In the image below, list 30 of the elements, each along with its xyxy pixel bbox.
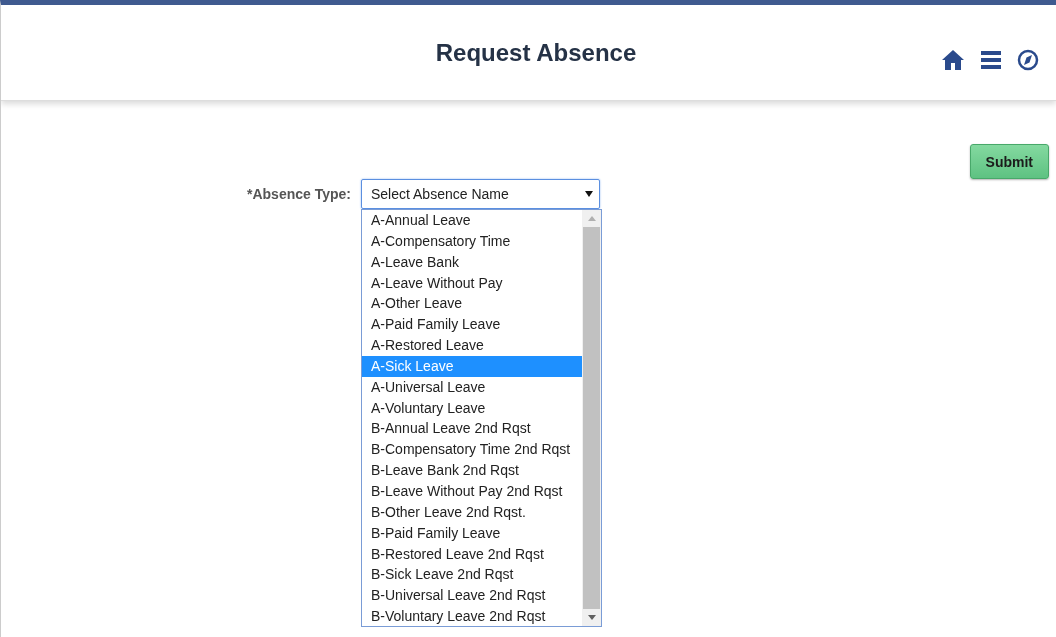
dropdown-option[interactable]: B-Universal Leave 2nd Rqst — [362, 585, 582, 607]
dropdown-option[interactable]: B-Leave Bank 2nd Rqst — [362, 460, 582, 481]
page-title: Request Absence — [435, 38, 637, 67]
dropdown-option[interactable]: A-Paid Family Leave — [362, 314, 582, 336]
scrollbar[interactable] — [582, 210, 601, 626]
scrollbar-thumb[interactable] — [583, 227, 600, 609]
dropdown-option[interactable]: A-Voluntary Leave — [362, 397, 582, 419]
caret-icon — [585, 191, 593, 197]
dropdown-option[interactable]: A-Leave Without Pay — [362, 272, 582, 294]
dropdown-option[interactable]: A-Restored Leave — [362, 335, 582, 356]
dropdown-option[interactable]: B-Voluntary Leave 2nd Rqst — [362, 606, 582, 627]
dropdown-option[interactable]: B-Annual Leave 2nd Rqst — [362, 418, 582, 440]
dropdown-option[interactable]: A-Other Leave — [362, 293, 582, 315]
dropdown-option[interactable]: B-Sick Leave 2nd Rqst — [362, 564, 582, 586]
menu-icon[interactable] — [981, 51, 1001, 69]
dropdown-option[interactable]: B-Compensatory Time 2nd Rqst — [362, 439, 582, 461]
dropdown-option[interactable]: B-Restored Leave 2nd Rqst — [362, 543, 582, 565]
dropdown-option[interactable]: A-Universal Leave — [362, 376, 582, 398]
dropdown-option[interactable]: B-Leave Without Pay 2nd Rqst — [362, 480, 582, 502]
dropdown-option[interactable]: A-Annual Leave — [362, 210, 582, 231]
scroll-down-icon[interactable] — [587, 615, 596, 620]
home-icon[interactable] — [941, 49, 965, 71]
absence-type-label: *Absence Type: — [246, 185, 351, 202]
compass-icon[interactable] — [1017, 49, 1039, 71]
absence-type-select[interactable]: Select Absence Name — [361, 179, 600, 209]
submit-button[interactable]: Submit — [969, 144, 1049, 179]
dropdown-option[interactable]: A-Compensatory Time — [362, 230, 582, 252]
dropdown-option[interactable]: B-Paid Family Leave — [362, 522, 582, 544]
dropdown-option[interactable]: A-Leave Bank — [362, 251, 582, 273]
dropdown-option[interactable]: B-Other Leave 2nd Rqst. — [362, 501, 582, 523]
